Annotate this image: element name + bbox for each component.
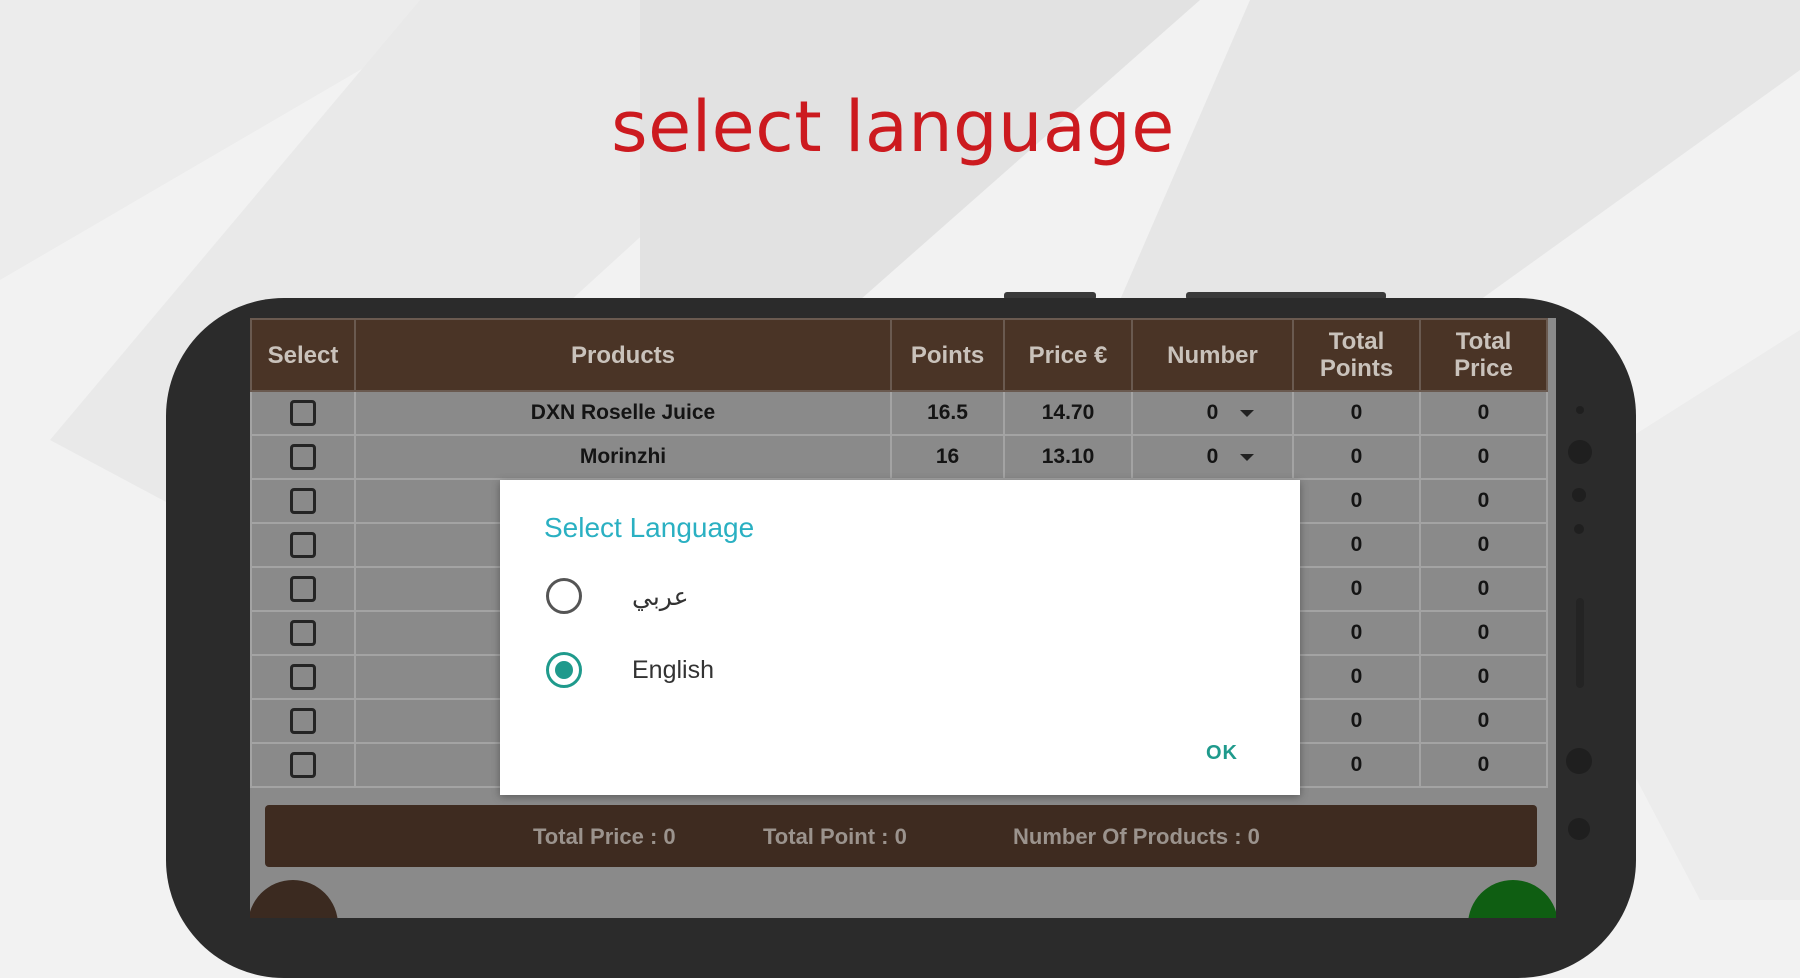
product-points: 16: [890, 434, 1005, 480]
radio-selected-icon[interactable]: [546, 652, 582, 688]
column-header-number: Number: [1131, 318, 1294, 392]
column-header-total-price: Total Price: [1419, 318, 1548, 392]
table-header-row: Select Products Points Price € Number To…: [250, 318, 1548, 392]
select-cell: [250, 390, 356, 436]
product-name: DXN Roselle Juice: [354, 390, 892, 436]
column-header-points: Points: [890, 318, 1005, 392]
row-checkbox[interactable]: [290, 752, 316, 778]
language-label: عربي: [632, 583, 689, 611]
column-header-total-points: Total Points: [1292, 318, 1421, 392]
language-label: English: [632, 656, 714, 684]
total-price-value: 0: [1419, 654, 1548, 700]
row-checkbox[interactable]: [290, 576, 316, 602]
total-points-value: 0: [1292, 742, 1421, 788]
select-cell: [250, 478, 356, 524]
row-checkbox[interactable]: [290, 664, 316, 690]
language-option-english[interactable]: English: [546, 650, 1246, 690]
sensor-dot: [1576, 406, 1584, 414]
column-header-select: Select: [250, 318, 356, 392]
left-action-button[interactable]: [250, 880, 338, 918]
select-cell: [250, 654, 356, 700]
dropdown-caret-icon: [1240, 410, 1254, 417]
select-cell: [250, 742, 356, 788]
row-checkbox[interactable]: [290, 444, 316, 470]
total-price-value: 0: [1419, 390, 1548, 436]
sensor-dot: [1574, 524, 1584, 534]
dialog-title: Select Language: [544, 512, 755, 543]
total-point-summary: Total Point : 0: [763, 824, 907, 849]
select-cell: [250, 610, 356, 656]
total-price-value: 0: [1419, 478, 1548, 524]
language-option-arabic[interactable]: عربي: [546, 576, 1246, 616]
number-value: 0: [1206, 401, 1219, 424]
table-row: DXN Roselle Juice 16.5 14.70 0 0 0: [250, 390, 1548, 436]
row-checkbox[interactable]: [290, 532, 316, 558]
total-points-value: 0: [1292, 566, 1421, 612]
total-price-value: 0: [1419, 742, 1548, 788]
select-cell: [250, 566, 356, 612]
product-points: 16.5: [890, 390, 1005, 436]
right-action-button[interactable]: [1468, 880, 1556, 918]
total-points-value: 0: [1292, 522, 1421, 568]
number-dropdown[interactable]: 0: [1131, 390, 1294, 436]
number-dropdown[interactable]: 0: [1131, 434, 1294, 480]
product-price: 14.70: [1003, 390, 1133, 436]
total-price-value: 0: [1419, 698, 1548, 744]
total-points-value: 0: [1292, 698, 1421, 744]
ok-button[interactable]: OK: [1206, 742, 1238, 765]
total-points-value: 0: [1292, 390, 1421, 436]
total-price-value: 0: [1419, 610, 1548, 656]
column-header-products: Products: [354, 318, 892, 392]
row-checkbox[interactable]: [290, 488, 316, 514]
number-of-products-summary: Number Of Products : 0: [1013, 824, 1260, 849]
product-price: 13.10: [1003, 434, 1133, 480]
row-checkbox[interactable]: [290, 620, 316, 646]
row-checkbox[interactable]: [290, 400, 316, 426]
total-price-summary: Total Price : 0: [533, 824, 676, 849]
speaker-slot: [1576, 598, 1584, 688]
phone-side-dot: [1568, 818, 1590, 840]
total-price-value: 0: [1419, 522, 1548, 568]
select-language-dialog: Select Language عربي English OK: [500, 480, 1300, 795]
select-cell: [250, 434, 356, 480]
select-cell: [250, 522, 356, 568]
number-value: 0: [1206, 445, 1219, 468]
page-headline: select language: [611, 86, 1175, 168]
dropdown-caret-icon: [1240, 454, 1254, 461]
total-points-value: 0: [1292, 434, 1421, 480]
sensor-dot: [1572, 488, 1586, 502]
product-name: Morinzhi: [354, 434, 892, 480]
phone-side-dot: [1566, 748, 1592, 774]
row-checkbox[interactable]: [290, 708, 316, 734]
radio-unselected-icon[interactable]: [546, 578, 582, 614]
camera-lens: [1568, 440, 1592, 464]
total-points-value: 0: [1292, 610, 1421, 656]
totals-bar: Total Price : 0 Total Point : 0 Number O…: [265, 805, 1537, 867]
total-price-value: 0: [1419, 434, 1548, 480]
column-header-price: Price €: [1003, 318, 1133, 392]
total-points-value: 0: [1292, 478, 1421, 524]
total-points-value: 0: [1292, 654, 1421, 700]
table-row: Morinzhi 16 13.10 0 0 0: [250, 434, 1548, 480]
total-price-value: 0: [1419, 566, 1548, 612]
select-cell: [250, 698, 356, 744]
